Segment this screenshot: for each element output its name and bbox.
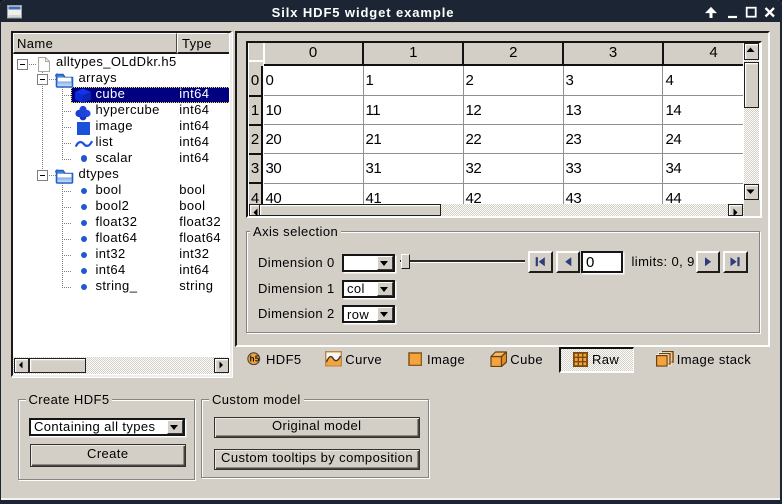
svg-text:h5: h5: [250, 354, 260, 363]
